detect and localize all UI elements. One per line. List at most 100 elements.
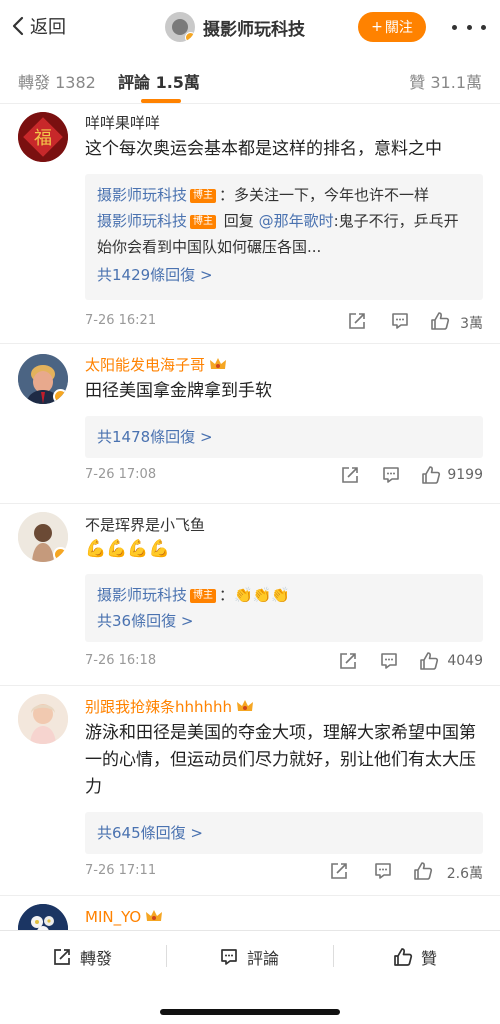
comment-item: 不是珲界是小飞鱼 💪💪💪💪 摄影师玩科技 博主 ：👏👏👏 共36條回復 > 7-26… xyxy=(0,504,500,686)
more-options-button[interactable] xyxy=(452,14,486,40)
bottom-action-bar: 轉發 評論 贊 xyxy=(0,930,500,1024)
user-avatar[interactable] xyxy=(18,354,68,404)
reply-item: 摄影师玩科技 博主 ：👏👏👏 xyxy=(97,582,471,608)
reply-text: ：多关注一下，今年也许不一样 xyxy=(219,186,430,204)
comment-username[interactable]: 咩咩果咩咩 xyxy=(85,112,160,133)
follow-button[interactable]: + 關注 xyxy=(358,12,426,42)
like-icon[interactable] xyxy=(421,465,441,485)
comment-username[interactable]: 不是珲界是小飞鱼 xyxy=(85,514,205,535)
top-nav: 返回 摄影师玩科技 + 關注 xyxy=(0,0,500,52)
dot-icon xyxy=(466,24,472,30)
reply-username[interactable]: 摄影师玩科技 xyxy=(97,186,187,204)
reply-box[interactable]: 摄影师玩科技 博主 ：👏👏👏 共36條回復 > xyxy=(85,574,483,642)
reply-word: 回复 xyxy=(219,212,254,230)
comment-icon[interactable] xyxy=(381,465,401,485)
comment-text: 游泳和田径是美国的夺金大项，理解大家希望中国第一的心情，但运动员们尽力就好，别让… xyxy=(85,723,476,797)
more-replies-link[interactable]: 共1478條回復 > xyxy=(97,424,471,450)
like-icon[interactable] xyxy=(430,311,450,331)
reply-username[interactable]: 摄影师玩科技 xyxy=(97,212,187,230)
like-count: 9199 xyxy=(447,467,483,483)
reply-box[interactable]: 共645條回復 > xyxy=(85,812,483,854)
tab-reposts[interactable]: 轉發 1382 xyxy=(18,69,96,93)
active-tab-indicator xyxy=(141,99,181,103)
reply-username[interactable]: 摄影师玩科技 xyxy=(97,586,187,604)
mention-link[interactable]: @那年歌时 xyxy=(259,212,334,230)
like-count: 3萬 xyxy=(460,316,483,332)
dot-icon xyxy=(452,24,457,30)
author-name: 摄影师玩科技 xyxy=(203,19,305,40)
user-avatar[interactable] xyxy=(18,512,68,562)
like-icon xyxy=(393,947,413,967)
repost-button[interactable]: 轉發 xyxy=(52,943,112,971)
comment-item: 别跟我抢辣条hhhhhh 游泳和田径是美国的夺金大项，理解大家希望中国第一的心情… xyxy=(0,686,500,896)
home-indicator xyxy=(160,1009,340,1015)
divider xyxy=(333,945,334,967)
tab-bar: 轉發 1382 評論 1.5萬 贊 31.1萬 xyxy=(0,52,500,104)
share-icon xyxy=(52,947,72,967)
comment-label: 評論 xyxy=(247,949,280,968)
author-avatar[interactable] xyxy=(165,12,195,42)
comment-time: 7-26 16:21 xyxy=(85,313,157,328)
comment-item: 太阳能发电海子哥 田径美国拿金牌拿到手软 共1478條回復 > 7-26 17:… xyxy=(0,344,500,504)
comment-text: 这个每次奥运会基本都是这样的排名，意料之中 xyxy=(85,139,442,159)
share-icon[interactable] xyxy=(329,861,349,881)
comment-button[interactable]: 評論 xyxy=(219,943,279,971)
share-icon[interactable] xyxy=(340,465,360,485)
verified-badge-icon xyxy=(53,389,68,404)
comment-username[interactable]: 太阳能发电海子哥 xyxy=(85,354,227,375)
comment-meta: 7-26 16:18 4049 xyxy=(85,648,483,674)
follow-label: 關注 xyxy=(384,20,413,36)
author-tag: 博主 xyxy=(190,215,217,229)
comment-list: 福 咩咩果咩咩 这个每次奥运会基本都是这样的排名，意料之中 摄影师玩科技 博主 ：多… xyxy=(0,104,500,930)
user-avatar[interactable] xyxy=(18,694,68,744)
more-replies-link[interactable]: 共1429條回復 > xyxy=(97,262,471,288)
comment-text: 田径美国拿金牌拿到手软 xyxy=(85,381,272,401)
reply-text: ：👏👏👏 xyxy=(219,586,291,604)
like-icon[interactable] xyxy=(419,651,439,671)
share-icon[interactable] xyxy=(347,311,367,331)
chevron-left-icon xyxy=(12,16,24,36)
comment-time: 7-26 16:18 xyxy=(85,653,157,668)
like-button[interactable]: 贊 xyxy=(393,943,437,971)
tab-comments[interactable]: 評論 1.5萬 xyxy=(118,69,200,93)
more-replies-link[interactable]: 共36條回復 > xyxy=(97,608,471,634)
comment-time: 7-26 17:08 xyxy=(85,467,157,482)
like-label: 贊 xyxy=(421,949,438,968)
share-icon[interactable] xyxy=(338,651,358,671)
vip-crown-icon xyxy=(236,699,254,713)
comment-icon[interactable] xyxy=(373,861,393,881)
username-text: 别跟我抢辣条hhhhhh xyxy=(85,698,233,716)
user-avatar[interactable] xyxy=(18,904,68,930)
tab-likes[interactable]: 贊 31.1萬 xyxy=(409,69,482,93)
comment-meta: 7-26 17:08 9199 xyxy=(85,462,483,488)
comment-meta: 7-26 17:11 2.6萬 xyxy=(85,858,483,884)
reply-box[interactable]: 共1478條回復 > xyxy=(85,416,483,458)
comment-username[interactable]: 别跟我抢辣条hhhhhh xyxy=(85,696,254,717)
comment-text: 💪💪💪💪 xyxy=(85,539,170,559)
comment-time: 7-26 17:11 xyxy=(85,863,157,878)
back-label: 返回 xyxy=(30,17,66,38)
author-tag: 博主 xyxy=(190,589,217,603)
dot-icon xyxy=(481,24,486,30)
svg-text:福: 福 xyxy=(34,128,52,149)
verified-badge-icon xyxy=(185,32,195,42)
verified-badge-icon xyxy=(53,547,68,562)
like-count: 2.6萬 xyxy=(446,866,483,882)
user-avatar[interactable]: 福 xyxy=(18,112,68,162)
comment-meta: 7-26 16:21 3萬 xyxy=(85,308,483,334)
comment-icon[interactable] xyxy=(379,651,399,671)
comment-username[interactable]: MIN_YO xyxy=(85,908,163,926)
repost-label: 轉發 xyxy=(80,949,113,968)
plus-icon: + xyxy=(371,19,383,35)
like-icon[interactable] xyxy=(413,861,433,881)
reply-box[interactable]: 摄影师玩科技 博主 ：多关注一下，今年也许不一样 摄影师玩科技 博主 回复 @那年歌时… xyxy=(85,174,483,300)
comment-icon xyxy=(219,947,239,967)
like-count: 4049 xyxy=(447,653,483,669)
comment-item: MIN_YO xyxy=(0,896,500,930)
more-replies-link[interactable]: 共645條回復 > xyxy=(97,820,471,846)
reply-item: 摄影师玩科技 博主 回复 @那年歌时:鬼子不行，乒乓开始你会看到中国队如何碾压各国… xyxy=(97,208,471,260)
page-title: 摄影师玩科技 xyxy=(165,11,305,43)
comment-icon[interactable] xyxy=(390,311,410,331)
back-button[interactable]: 返回 xyxy=(12,12,66,40)
username-text: MIN_YO xyxy=(85,908,142,926)
